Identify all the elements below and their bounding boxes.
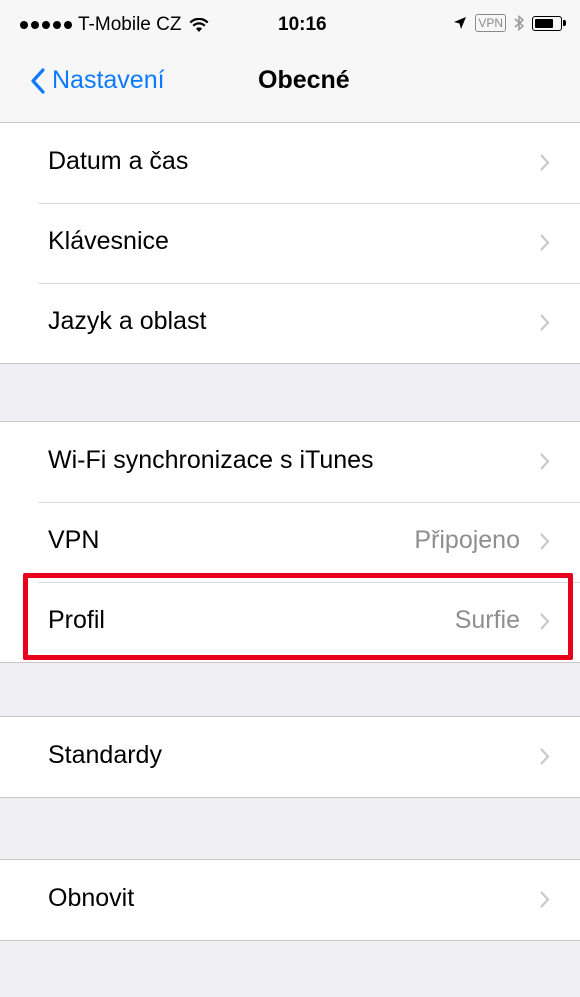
- location-arrow-icon: [454, 17, 467, 29]
- navigation-bar: Nastavení Obecné: [0, 48, 580, 123]
- row-label: VPN: [48, 526, 100, 554]
- status-left: T-Mobile CZ: [20, 14, 209, 36]
- chevron-left-icon: [31, 67, 45, 94]
- status-bar: T-Mobile CZ 10:16 VPN: [0, 0, 580, 48]
- row-klavesnice[interactable]: Klávesnice: [0, 203, 580, 283]
- status-right: VPN: [453, 14, 566, 32]
- chevron-right-icon: [540, 314, 550, 331]
- chevron-right-icon: [540, 234, 550, 251]
- vpn-badge: VPN: [475, 14, 506, 32]
- settings-group-reset: Obnovit: [0, 859, 580, 941]
- settings-group-datetime: Datum a čas Klávesnice Jazyk a oblast: [0, 122, 580, 364]
- row-wifi-sync[interactable]: Wi-Fi synchronizace s iTunes: [0, 422, 580, 502]
- highlight-box: [23, 573, 573, 660]
- row-obnovit[interactable]: Obnovit: [0, 860, 580, 940]
- settings-group-standards: Standardy: [0, 716, 580, 798]
- row-label: Wi-Fi synchronizace s iTunes: [48, 446, 374, 474]
- page-title: Obecné: [258, 66, 350, 94]
- row-vpn[interactable]: VPN Připojeno: [0, 502, 580, 582]
- row-label: Datum a čas: [48, 147, 189, 175]
- carrier-label: T-Mobile CZ: [78, 14, 182, 35]
- chevron-right-icon: [540, 891, 550, 908]
- back-button[interactable]: Nastavení: [30, 66, 165, 95]
- row-datum-a-cas[interactable]: Datum a čas: [0, 123, 580, 203]
- row-label: Standardy: [48, 741, 162, 769]
- bluetooth-icon: [514, 15, 524, 31]
- row-label: Obnovit: [48, 884, 135, 912]
- back-label: Nastavení: [52, 66, 165, 94]
- wifi-icon: [189, 17, 209, 32]
- row-value: Připojeno: [414, 526, 520, 554]
- row-label: Klávesnice: [48, 227, 169, 255]
- chevron-right-icon: [540, 154, 550, 171]
- battery-icon: [532, 15, 566, 31]
- chevron-right-icon: [540, 748, 550, 765]
- row-standardy[interactable]: Standardy: [0, 717, 580, 797]
- row-jazyk-a-oblast[interactable]: Jazyk a oblast: [0, 283, 580, 363]
- signal-dots-icon: [20, 21, 72, 29]
- chevron-right-icon: [540, 453, 550, 470]
- row-label: Jazyk a oblast: [48, 307, 207, 335]
- status-time: 10:16: [278, 14, 327, 35]
- chevron-right-icon: [540, 533, 550, 550]
